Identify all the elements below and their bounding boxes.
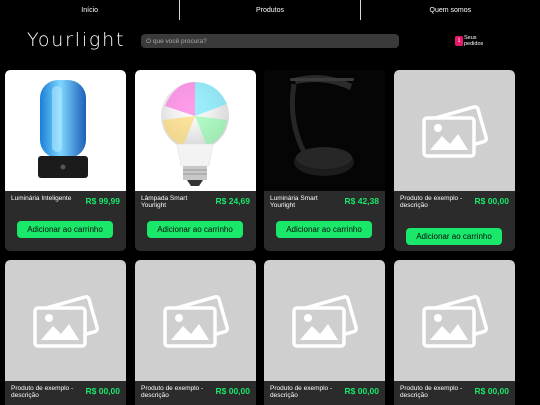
product-image[interactable] <box>5 70 126 191</box>
product-name: Produto de exemplo - descrição <box>141 385 204 399</box>
orders-label: Seus pedidos <box>464 35 484 47</box>
cylinder-lamp-image <box>5 70 126 191</box>
product-card: Produto de exemplo - descrição R$ 00,00 … <box>394 70 515 251</box>
product-price: R$ 42,38 <box>344 196 380 206</box>
image-placeholder-icon <box>163 295 230 348</box>
image-placeholder-icon <box>33 295 100 348</box>
product-price: R$ 00,00 <box>344 386 380 396</box>
add-to-cart-button[interactable]: Adicionar ao carrinho <box>147 221 243 238</box>
image-placeholder-icon <box>292 295 359 348</box>
site-header: Yourlight 1 Seus pedidos <box>0 20 540 65</box>
smart-bulb-image <box>135 70 256 191</box>
product-image[interactable] <box>264 260 385 381</box>
product-price: R$ 00,00 <box>85 386 121 396</box>
product-card: Produto de exemplo - descrição R$ 00,00 <box>264 260 385 405</box>
desk-lamp-image <box>264 70 385 191</box>
product-name: Produto de exemplo - descrição <box>400 385 463 399</box>
product-image[interactable] <box>5 260 126 381</box>
product-price: R$ 99,99 <box>85 196 121 206</box>
product-image[interactable] <box>135 70 256 191</box>
product-image[interactable] <box>394 260 515 381</box>
product-image[interactable] <box>394 70 515 191</box>
add-to-cart-button[interactable]: Adicionar ao carrinho <box>17 221 113 238</box>
nav-item-quem-somos[interactable]: Quem somos <box>361 0 540 20</box>
add-to-cart-button[interactable]: Adicionar ao carrinho <box>276 221 372 238</box>
product-card: Lâmpada Smart Yourlight R$ 24,69 Adicion… <box>135 70 256 251</box>
product-image[interactable] <box>135 260 256 381</box>
product-name: Luminária Inteligente <box>11 195 72 202</box>
product-name: Produto de exemplo - descrição <box>400 195 463 209</box>
orders-link[interactable]: 1 Seus pedidos <box>455 35 490 47</box>
product-price: R$ 00,00 <box>215 386 251 396</box>
image-placeholder-icon <box>422 295 489 348</box>
nav-item-inicio[interactable]: Início <box>0 0 179 20</box>
top-nav: Início Produtos Quem somos <box>0 0 540 20</box>
product-card: Produto de exemplo - descrição R$ 00,00 <box>135 260 256 405</box>
product-name: Lâmpada Smart Yourlight <box>141 195 188 209</box>
site-logo[interactable]: Yourlight <box>27 29 125 51</box>
product-card: Luminária Smart Yourlight R$ 42,38 Adici… <box>264 70 385 251</box>
product-name: Luminária Smart Yourlight <box>270 195 318 209</box>
add-to-cart-button[interactable]: Adicionar ao carrinho <box>406 228 502 245</box>
image-placeholder-icon <box>422 105 489 158</box>
product-price: R$ 00,00 <box>474 386 510 396</box>
product-card: Produto de exemplo - descrição R$ 00,00 <box>5 260 126 405</box>
nav-item-produtos[interactable]: Produtos <box>180 0 359 20</box>
product-image[interactable] <box>264 70 385 191</box>
product-price: R$ 00,00 <box>474 196 510 206</box>
search-input[interactable] <box>141 34 399 48</box>
product-card: Luminária Inteligente R$ 99,99 Adicionar… <box>5 70 126 251</box>
product-card: Produto de exemplo - descrição R$ 00,00 <box>394 260 515 405</box>
product-name: Produto de exemplo - descrição <box>11 385 74 399</box>
orders-count-badge: 1 <box>455 36 463 46</box>
product-name: Produto de exemplo - descrição <box>270 385 333 399</box>
product-price: R$ 24,69 <box>215 196 251 206</box>
